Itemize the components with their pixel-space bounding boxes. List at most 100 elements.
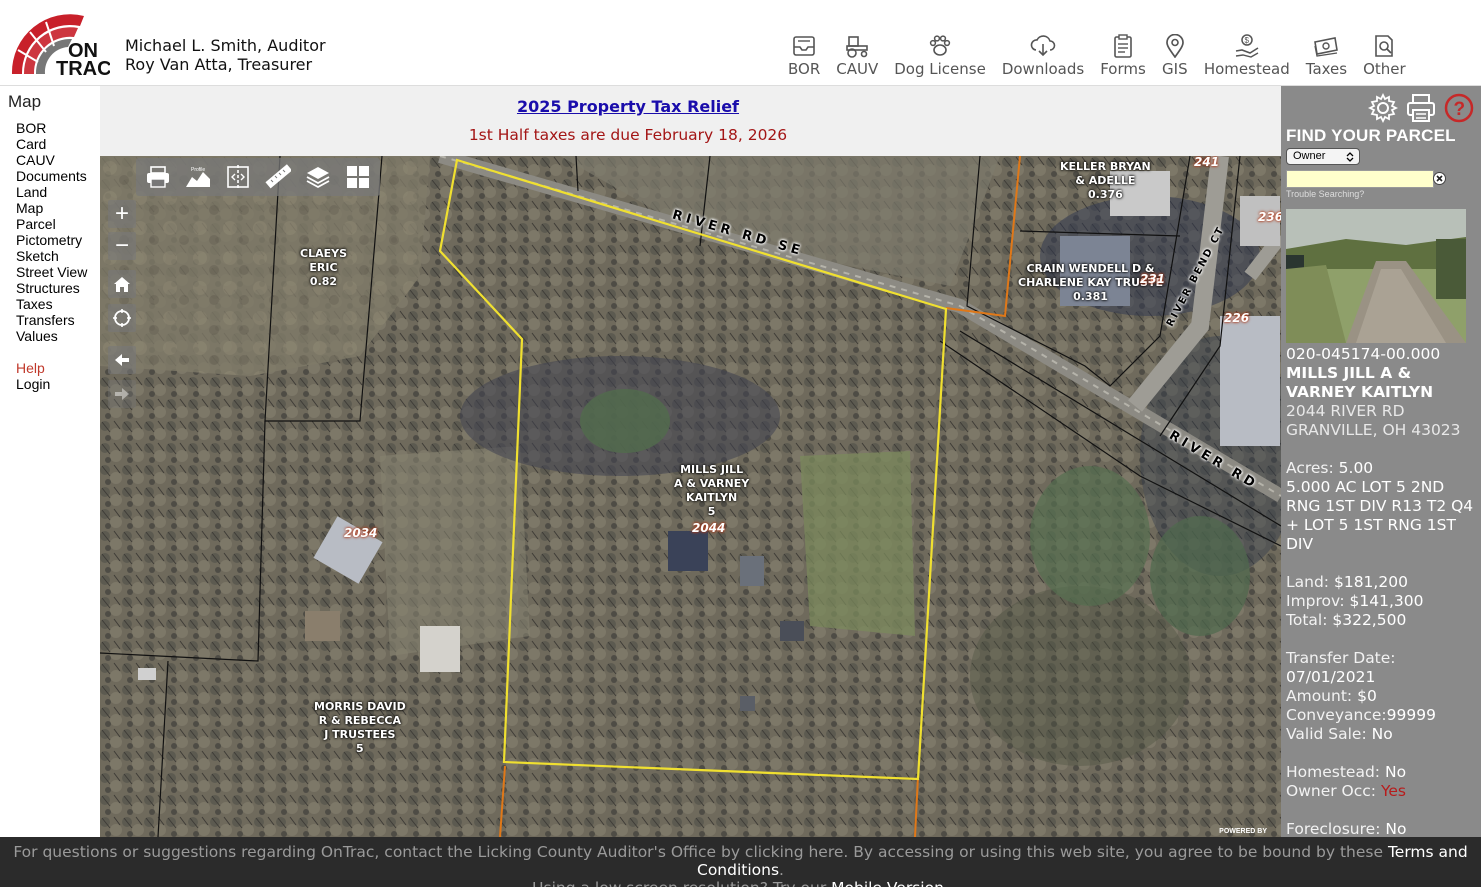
property-photo[interactable] xyxy=(1286,209,1466,343)
zoom-out-button[interactable]: − xyxy=(108,232,136,260)
legal-description: 5.000 AC LOT 5 2ND RNG 1ST DIV R13 T2 Q4… xyxy=(1286,478,1474,553)
acres-value: 5.00 xyxy=(1338,459,1374,477)
nav-forms[interactable]: Forms xyxy=(1092,34,1154,78)
amount-value: $0 xyxy=(1357,687,1377,705)
arrow-left-icon xyxy=(115,354,129,366)
profile-label: Profile xyxy=(191,167,205,173)
home-extent-button[interactable] xyxy=(108,270,136,298)
sidebar-item-card[interactable]: Card xyxy=(16,136,87,152)
ontrac-logo[interactable]: ON TRAC xyxy=(10,12,112,80)
top-nav: BOR CAUV Dog License Downloads Forms GIS… xyxy=(780,34,1414,78)
sidebar-item-land[interactable]: Land xyxy=(16,184,87,200)
sidebar-item-taxes[interactable]: Taxes xyxy=(16,296,87,312)
nav-downloads[interactable]: Downloads xyxy=(994,34,1092,78)
nav-label: CAUV xyxy=(836,60,879,78)
layers-icon xyxy=(306,167,330,189)
nav-bor[interactable]: BOR xyxy=(780,34,828,78)
locate-icon xyxy=(113,309,131,327)
nav-taxes[interactable]: Taxes xyxy=(1298,34,1355,78)
owner-occ-row: Owner Occ: Yes xyxy=(1286,782,1481,801)
transfer-label: Transfer Date: xyxy=(1286,649,1396,667)
sidebar: Map BOR Card CAUV Documents Land Map Par… xyxy=(0,86,100,837)
total-value: $322,500 xyxy=(1332,611,1407,629)
acres-row: Acres: 5.00 xyxy=(1286,459,1481,478)
map-split-view-button[interactable] xyxy=(220,161,256,193)
sidebar-item-map[interactable]: Map xyxy=(16,200,87,216)
nav-gis[interactable]: GIS xyxy=(1154,34,1196,78)
map-profile-button[interactable]: Profile xyxy=(180,161,216,193)
hand-coin-icon: $ xyxy=(1235,34,1259,58)
previous-extent-button[interactable] xyxy=(108,346,136,374)
nav-dog-license[interactable]: Dog License xyxy=(886,34,994,78)
nav-label: Downloads xyxy=(1001,60,1085,78)
address-label-231: 231 xyxy=(1140,272,1166,286)
mobile-version-link[interactable]: Mobile Version xyxy=(831,879,944,887)
nav-label: Other xyxy=(1363,60,1406,78)
inbox-tray-icon xyxy=(793,36,815,56)
trouble-searching-link[interactable]: Trouble Searching? xyxy=(1286,189,1364,199)
svg-text:?: ? xyxy=(1454,99,1466,120)
sidebar-menu: BOR Card CAUV Documents Land Map Parcel … xyxy=(16,120,87,392)
conveyance-label: Conveyance: xyxy=(1286,706,1387,724)
sidebar-item-bor[interactable]: BOR xyxy=(16,120,87,136)
amount-label: Amount: xyxy=(1286,687,1353,705)
search-mode-select[interactable]: Owner xyxy=(1286,148,1360,165)
money-bill-icon xyxy=(1314,37,1339,57)
sidebar-item-help[interactable]: Help xyxy=(16,360,87,376)
map-measure-button[interactable] xyxy=(260,161,296,193)
split-view-icon xyxy=(227,165,249,189)
parcel-search-input[interactable] xyxy=(1286,170,1434,188)
sidebar-item-login[interactable]: Login xyxy=(16,376,87,392)
sidebar-item-structures[interactable]: Structures xyxy=(16,280,87,296)
acres-label: Acres: xyxy=(1286,459,1334,477)
print-icon[interactable] xyxy=(1405,92,1437,124)
profile-icon: Profile xyxy=(186,167,210,187)
nav-label: Forms xyxy=(1100,60,1146,78)
map-basemap-grid-button[interactable] xyxy=(340,161,376,193)
improv-row: Improv: $141,300 xyxy=(1286,592,1481,611)
parcel-id[interactable]: 020-045174-00.000 xyxy=(1286,345,1481,364)
sidebar-item-documents[interactable]: Documents xyxy=(16,168,87,184)
zoom-in-button[interactable]: + xyxy=(108,200,136,228)
officials: Michael L. Smith, Auditor Roy Van Atta, … xyxy=(125,36,326,74)
footer-resolution-text: Using a low screen resolution? Try our xyxy=(532,879,826,887)
clear-search-icon[interactable] xyxy=(1433,172,1446,185)
homestead-label: Homestead: xyxy=(1286,763,1381,781)
locate-button[interactable] xyxy=(108,304,136,332)
nav-other[interactable]: Other xyxy=(1355,34,1414,78)
foreclosure-value: No xyxy=(1385,820,1407,838)
grid-icon xyxy=(347,166,369,188)
notice-banner: 2025 Property Tax Relief 1st Half taxes … xyxy=(100,86,1281,156)
arrow-right-icon xyxy=(115,388,129,400)
address-label-2044: 2044 xyxy=(692,521,726,535)
owner-occ-label: Owner Occ: xyxy=(1286,782,1377,800)
sidebar-item-sketch[interactable]: Sketch xyxy=(16,248,87,264)
next-extent-button[interactable] xyxy=(108,380,136,408)
sidebar-title: Map xyxy=(8,92,42,111)
land-value: $181,200 xyxy=(1333,573,1408,591)
owner-label-morris: MORRIS DAVID R & REBECCA J TRUSTEES 5 xyxy=(314,700,406,755)
sidebar-item-street-view[interactable]: Street View xyxy=(16,264,87,280)
panel-tools: ? xyxy=(1367,92,1475,124)
gear-icon[interactable] xyxy=(1367,92,1399,124)
taxes-due-notice: 1st Half taxes are due February 18, 2026 xyxy=(468,126,788,144)
nav-homestead[interactable]: $ Homestead xyxy=(1196,34,1298,78)
parcel-details: 020-045174-00.000 MILLS JILL A & VARNEY … xyxy=(1286,345,1481,839)
sidebar-item-values[interactable]: Values xyxy=(16,328,87,344)
map-print-button[interactable] xyxy=(140,161,176,193)
sidebar-item-parcel[interactable]: Parcel xyxy=(16,216,87,232)
nav-cauv[interactable]: CAUV xyxy=(828,34,886,78)
footer-period: . xyxy=(779,861,784,879)
sidebar-item-pictometry[interactable]: Pictometry xyxy=(16,232,87,248)
footer-contact-text[interactable]: For questions or suggestions regarding O… xyxy=(13,843,1383,861)
home-icon xyxy=(114,277,130,292)
help-icon[interactable]: ? xyxy=(1443,92,1475,124)
sidebar-item-cauv[interactable]: CAUV xyxy=(16,152,87,168)
footer-line1: For questions or suggestions regarding O… xyxy=(0,843,1481,879)
map-layers-button[interactable] xyxy=(300,161,336,193)
find-parcel-title: FIND YOUR PARCEL xyxy=(1286,126,1456,145)
powered-by-label: POWERED BY xyxy=(1219,828,1267,835)
tax-relief-link[interactable]: 2025 Property Tax Relief xyxy=(100,97,1156,116)
parcel-map[interactable]: CLAEYS ERIC 0.82 KELLER BRYAN & ADELLE 0.376… xyxy=(100,156,1281,837)
sidebar-item-transfers[interactable]: Transfers xyxy=(16,312,87,328)
